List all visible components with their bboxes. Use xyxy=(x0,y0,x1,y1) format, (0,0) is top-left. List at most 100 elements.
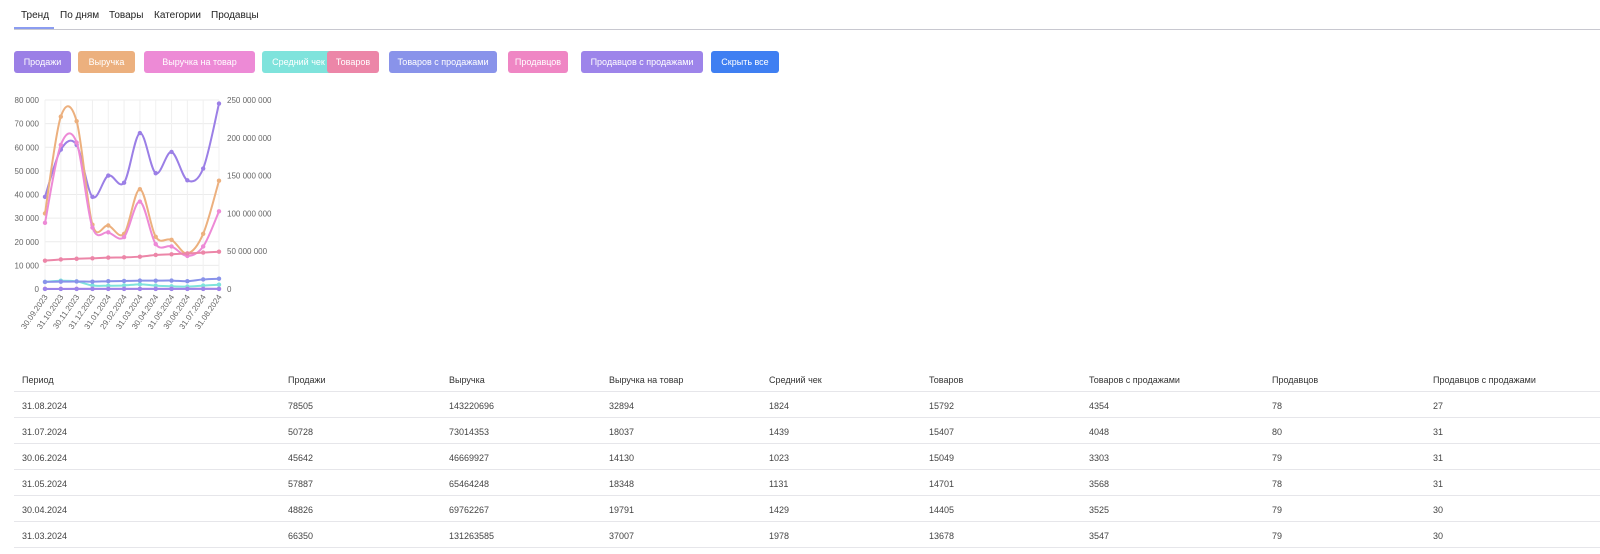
header-revenue[interactable]: Выручка xyxy=(449,375,485,385)
y-left-tick-label: 30 000 xyxy=(15,214,40,223)
y-left-tick-label: 20 000 xyxy=(15,238,40,247)
y-left-tick-label: 50 000 xyxy=(15,167,40,176)
table-header-row: Период Продажи Выручка Выручка на товар … xyxy=(14,366,1600,392)
table-cell: 31.07.2024 xyxy=(22,427,68,437)
table-cell: 31.05.2024 xyxy=(22,479,68,489)
data-point xyxy=(200,277,206,282)
toggle-revenue-per-item-button[interactable]: Выручка на товар xyxy=(144,51,255,73)
table-row[interactable]: 31.07.2024 50728 73014353 18037 1439 15407 404… xyxy=(14,418,1600,444)
table-cell: 1824 xyxy=(769,401,790,411)
header-sales[interactable]: Продажи xyxy=(288,375,326,385)
data-point xyxy=(185,251,190,256)
y-left-tick-label: 70 000 xyxy=(15,120,40,129)
table-cell: 19791 xyxy=(609,505,635,515)
header-items-with-sales[interactable]: Товаров с продажами xyxy=(1089,375,1180,385)
table-row[interactable]: 31.03.2024 66350 131263585 37007 1978 13678 35… xyxy=(14,522,1600,548)
data-point xyxy=(106,230,111,235)
toggle-sales-button[interactable]: Продажи xyxy=(14,51,71,73)
toggle-avg-check-button[interactable]: Средний чек xyxy=(262,51,335,73)
data-point xyxy=(74,118,79,124)
data-point xyxy=(137,130,143,136)
data-point xyxy=(216,101,222,106)
data-point xyxy=(106,223,111,228)
tab-by-days[interactable]: По дням xyxy=(60,10,99,21)
data-point xyxy=(90,279,95,284)
tab-products[interactable]: Товары xyxy=(109,10,143,21)
header-avg-check[interactable]: Средний чек xyxy=(769,375,822,385)
table-cell: 14701 xyxy=(929,479,955,489)
table-cell: 31 xyxy=(1433,479,1444,489)
header-sellers-with-sales[interactable]: Продавцов с продажами xyxy=(1433,375,1536,385)
table-cell: 50728 xyxy=(288,427,314,437)
table-cell: 45642 xyxy=(288,453,314,463)
data-point xyxy=(200,231,206,237)
series-line xyxy=(44,105,220,255)
table-cell: 78 xyxy=(1272,479,1283,489)
table-cell: 13678 xyxy=(929,531,955,541)
data-point xyxy=(200,286,206,292)
data-point xyxy=(90,256,95,261)
hide-all-button[interactable]: Скрыть все xyxy=(711,51,779,73)
y-right-tick-label: 150 000 000 xyxy=(227,172,272,181)
data-point xyxy=(42,258,48,263)
header-items[interactable]: Товаров xyxy=(929,375,963,385)
table-cell: 48826 xyxy=(288,505,314,515)
trend-chart: 80 000 70 000 60 000 50 000 40 000 30 000 20 0… xyxy=(15,96,273,331)
data-point xyxy=(58,279,64,284)
y-right-tick-label: 250 000 000 xyxy=(227,96,272,105)
toggle-items-with-sales-button[interactable]: Товаров с продажами xyxy=(389,51,497,73)
active-tab-indicator xyxy=(14,27,54,29)
table-row[interactable]: 30.04.2024 48826 69762267 19791 1429 14405 352… xyxy=(14,496,1600,522)
table-cell: 79 xyxy=(1272,531,1283,541)
data-point xyxy=(74,256,79,261)
toggle-revenue-button[interactable]: Выручка xyxy=(78,51,135,73)
header-revenue-per-item[interactable]: Выручка на товар xyxy=(609,375,683,385)
data-point xyxy=(90,286,95,292)
data-point xyxy=(121,286,127,292)
table-cell: 3303 xyxy=(1089,453,1110,463)
data-point xyxy=(216,209,222,214)
table-cell: 31.08.2024 xyxy=(22,401,68,411)
data-point xyxy=(58,114,64,119)
tab-sellers[interactable]: Продавцы xyxy=(211,10,259,21)
table-cell: 46669927 xyxy=(449,453,490,463)
header-sellers[interactable]: Продавцов xyxy=(1272,375,1318,385)
table-body: 31.08.2024 78505 143220696 32894 1824 15792 43… xyxy=(14,392,1600,548)
table-cell: 131263585 xyxy=(449,531,495,541)
trend-table: Период Продажи Выручка Выручка на товар … xyxy=(14,366,1600,548)
data-point xyxy=(185,178,190,183)
table-cell: 31 xyxy=(1433,427,1444,437)
data-point xyxy=(185,286,190,292)
data-point xyxy=(153,286,158,292)
data-point xyxy=(42,286,48,292)
table-cell: 31.03.2024 xyxy=(22,531,68,541)
table-cell: 4354 xyxy=(1089,401,1110,411)
data-point xyxy=(216,286,222,292)
table-row[interactable]: 30.06.2024 45642 46669927 14130 1023 15049 330… xyxy=(14,444,1600,470)
data-point xyxy=(153,252,158,258)
table-cell: 3568 xyxy=(1089,479,1110,489)
table-row[interactable]: 31.05.2024 57887 65464248 18348 1131 14701 356… xyxy=(14,470,1600,496)
y-left-tick-label: 80 000 xyxy=(15,96,40,105)
data-point xyxy=(153,171,158,176)
data-point xyxy=(216,178,222,183)
toggle-sellers-button[interactable]: Продавцов xyxy=(508,51,568,73)
table-cell: 30 xyxy=(1433,505,1444,515)
table-row[interactable]: 31.08.2024 78505 143220696 32894 1824 15792 43… xyxy=(14,392,1600,418)
toggle-sellers-with-sales-button[interactable]: Продавцов с продажами xyxy=(581,51,703,73)
y-left-tick-label: 10 000 xyxy=(15,261,40,270)
table-cell: 14405 xyxy=(929,505,955,515)
table-cell: 27 xyxy=(1433,401,1444,411)
y-right-tick-label: 200 000 000 xyxy=(227,134,272,143)
table-cell: 79 xyxy=(1272,505,1283,515)
table-cell: 15792 xyxy=(929,401,955,411)
header-period[interactable]: Период xyxy=(22,375,54,385)
data-point xyxy=(216,282,222,287)
data-point xyxy=(42,279,48,285)
data-point xyxy=(137,187,143,192)
data-point xyxy=(137,278,143,283)
tab-categories[interactable]: Категории xyxy=(154,10,201,21)
data-point xyxy=(169,237,174,243)
tab-trend[interactable]: Тренд xyxy=(21,10,49,21)
toggle-items-button[interactable]: Товаров xyxy=(327,51,379,73)
